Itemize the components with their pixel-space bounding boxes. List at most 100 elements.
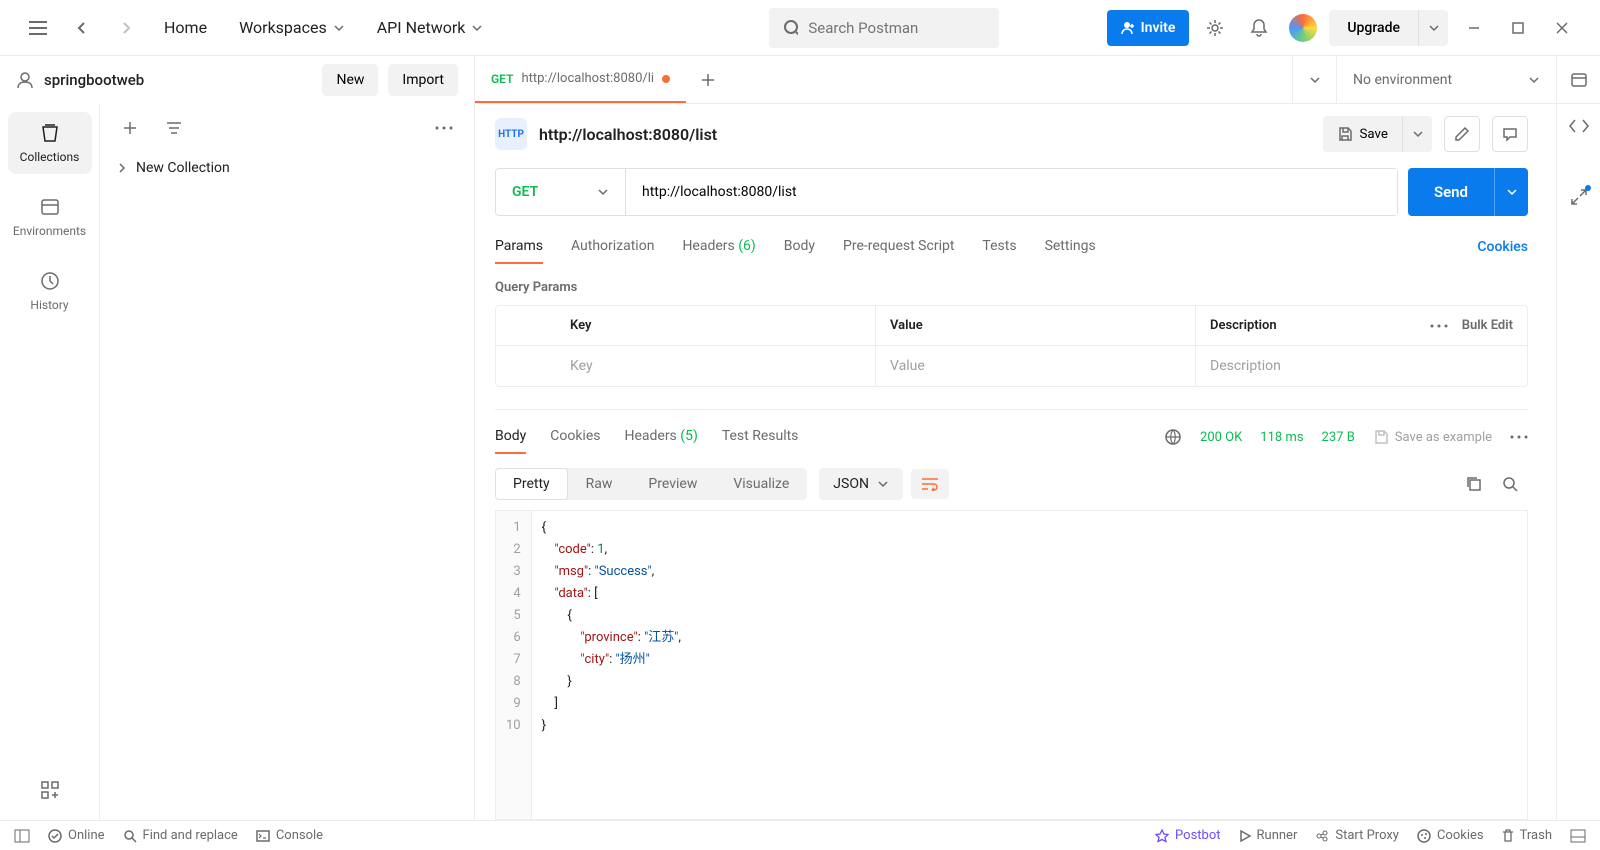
grid-add-icon	[40, 780, 60, 800]
search-input[interactable]	[808, 19, 984, 37]
right-rail	[1556, 104, 1600, 820]
tab-headers[interactable]: Headers (6)	[682, 230, 755, 264]
statusbar: Online Find and replace Console Postbot …	[0, 820, 1600, 850]
status-cookies[interactable]: Cookies	[1417, 828, 1484, 843]
api-network-nav[interactable]: API Network	[365, 12, 496, 43]
new-button[interactable]: New	[322, 64, 378, 96]
tab-authorization[interactable]: Authorization	[571, 230, 654, 264]
history-icon	[39, 270, 61, 292]
resp-tab-headers[interactable]: Headers (5)	[624, 420, 697, 454]
method-select[interactable]: GET	[496, 169, 626, 215]
save-dropdown[interactable]	[1402, 116, 1432, 152]
param-key-input[interactable]	[570, 358, 861, 374]
main-panel: GET http://localhost:8080/li No environm…	[475, 56, 1600, 820]
col-key: Key	[556, 306, 876, 345]
tabs-row: GET http://localhost:8080/li No environm…	[475, 56, 1600, 104]
response-body[interactable]: 12345678910 { "code": 1, "msg": "Success…	[495, 510, 1528, 820]
tab-body[interactable]: Body	[784, 230, 815, 264]
status-trash[interactable]: Trash	[1502, 828, 1552, 843]
param-value-input[interactable]	[890, 358, 1181, 374]
bulk-edit[interactable]: Bulk Edit	[1462, 318, 1513, 333]
status-console[interactable]: Console	[256, 828, 323, 843]
url-input[interactable]	[626, 169, 1397, 215]
environments-icon	[39, 196, 61, 218]
create-collection-icon[interactable]	[112, 110, 148, 146]
notifications-icon[interactable]	[1241, 10, 1277, 46]
view-pretty[interactable]: Pretty	[495, 468, 568, 500]
save-button[interactable]: Save	[1323, 116, 1402, 152]
workspaces-nav[interactable]: Workspaces	[227, 12, 357, 43]
status-layout-icon[interactable]	[1570, 829, 1586, 843]
tab-params[interactable]: Params	[495, 230, 543, 264]
sidebar-collections[interactable]: Collections	[8, 112, 92, 174]
status-panes-icon[interactable]	[14, 829, 30, 843]
response-panel: Body Cookies Headers (5) Test Results 20…	[495, 409, 1528, 820]
tab-settings[interactable]: Settings	[1045, 230, 1096, 264]
status-find[interactable]: Find and replace	[123, 828, 238, 843]
status-online[interactable]: Online	[48, 828, 105, 843]
home-nav[interactable]: Home	[152, 12, 219, 43]
send-dropdown[interactable]	[1494, 168, 1528, 216]
copy-response-icon[interactable]	[1456, 466, 1492, 502]
save-as-example[interactable]: Save as example	[1373, 429, 1492, 445]
upgrade-dropdown[interactable]	[1418, 10, 1448, 46]
col-description: Description	[1210, 318, 1277, 333]
unsaved-dot-icon	[662, 75, 670, 83]
status-runner[interactable]: Runner	[1239, 828, 1298, 843]
upgrade-button[interactable]: Upgrade	[1329, 10, 1418, 46]
new-tab-button[interactable]	[686, 56, 730, 103]
settings-icon[interactable]	[1197, 10, 1233, 46]
minimize-icon[interactable]	[1456, 10, 1492, 46]
invite-button[interactable]: Invite	[1107, 10, 1190, 46]
close-icon[interactable]	[1544, 10, 1580, 46]
status-code: 200 OK	[1200, 430, 1242, 445]
view-raw[interactable]: Raw	[568, 468, 631, 500]
expand-icon[interactable]	[1570, 188, 1588, 206]
topbar: Home Workspaces API Network Invite Upgra…	[0, 0, 1600, 56]
sidebar-environments[interactable]: Environments	[8, 186, 92, 248]
wrap-lines-icon[interactable]	[911, 469, 949, 499]
status-start-proxy[interactable]: Start Proxy	[1315, 828, 1399, 843]
edit-icon[interactable]	[1444, 116, 1480, 152]
request-title[interactable]: http://localhost:8080/list	[539, 125, 1311, 144]
filter-icon[interactable]	[156, 110, 192, 146]
environment-select[interactable]: No environment	[1336, 56, 1556, 103]
tabs-dropdown[interactable]	[1292, 56, 1336, 103]
import-button[interactable]: Import	[388, 64, 458, 96]
resp-tab-cookies[interactable]: Cookies	[550, 420, 600, 454]
sidebar-configure[interactable]	[8, 770, 92, 820]
avatar[interactable]	[1289, 14, 1317, 42]
comment-icon[interactable]	[1492, 116, 1528, 152]
menu-icon[interactable]	[20, 10, 56, 46]
response-time: 118 ms	[1260, 430, 1303, 445]
http-badge: HTTP	[495, 118, 527, 150]
view-visualize[interactable]: Visualize	[715, 468, 807, 500]
request-tab[interactable]: GET http://localhost:8080/li	[475, 56, 686, 103]
tree-more-icon[interactable]	[426, 110, 462, 146]
tab-pre-request[interactable]: Pre-request Script	[843, 230, 954, 264]
maximize-icon[interactable]	[1500, 10, 1536, 46]
code-snippet-icon[interactable]	[1569, 118, 1589, 134]
view-preview[interactable]: Preview	[630, 468, 715, 500]
search-icon	[783, 19, 799, 37]
tree-item-new-collection[interactable]: New Collection	[100, 152, 474, 184]
workspace-name[interactable]: springbootweb	[44, 71, 312, 89]
col-more-icon[interactable]	[1430, 324, 1448, 328]
environment-quick-look[interactable]	[1556, 56, 1600, 103]
cookies-link[interactable]: Cookies	[1477, 239, 1528, 255]
search-box[interactable]	[769, 8, 999, 48]
back-icon[interactable]	[64, 10, 100, 46]
tab-tests[interactable]: Tests	[982, 230, 1016, 264]
resp-tab-body[interactable]: Body	[495, 420, 526, 454]
save-icon	[1337, 126, 1353, 142]
resp-tab-test-results[interactable]: Test Results	[722, 420, 799, 454]
send-button[interactable]: Send	[1408, 168, 1494, 216]
search-response-icon[interactable]	[1492, 466, 1528, 502]
format-select[interactable]: JSON	[819, 468, 903, 500]
network-icon[interactable]	[1164, 428, 1182, 446]
status-postbot[interactable]: Postbot	[1155, 828, 1220, 843]
forward-icon[interactable]	[108, 10, 144, 46]
param-desc-input[interactable]	[1210, 358, 1513, 374]
sidebar-history[interactable]: History	[8, 260, 92, 322]
resp-more-icon[interactable]	[1510, 435, 1528, 439]
